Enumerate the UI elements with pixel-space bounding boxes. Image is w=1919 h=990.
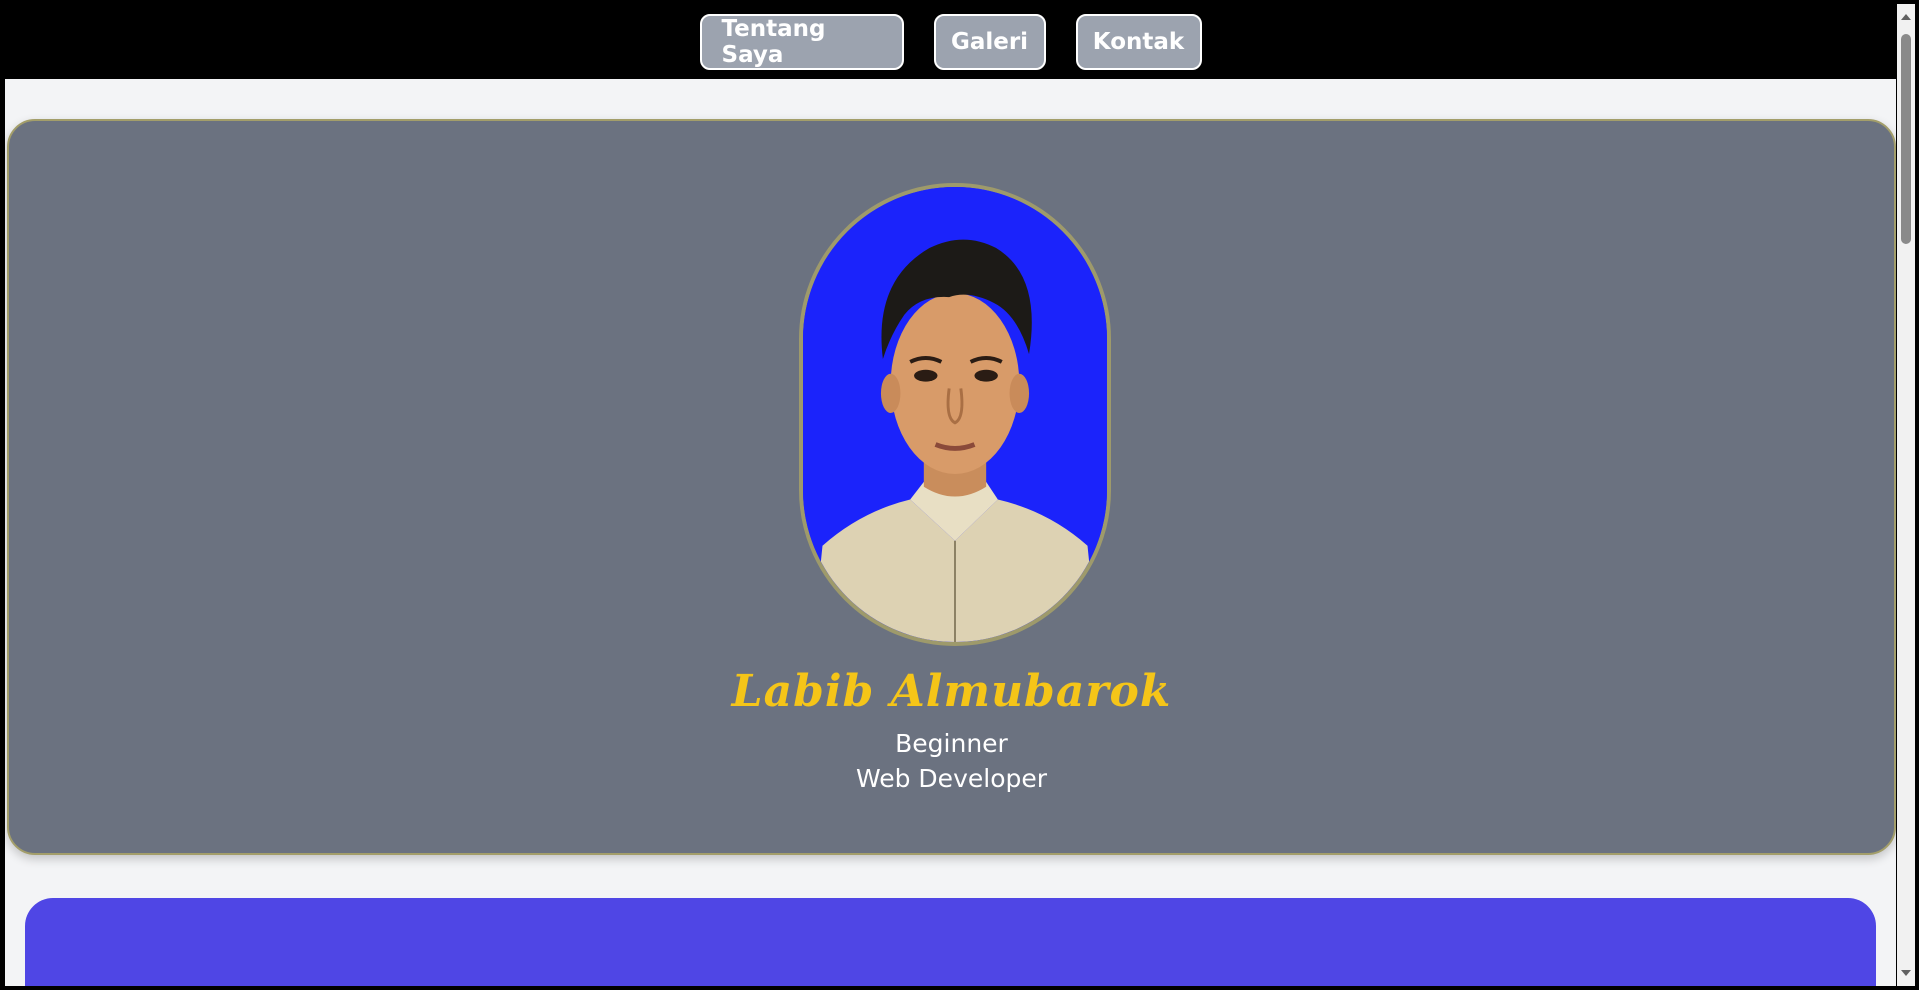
profile-photo (799, 183, 1111, 646)
scroll-up-arrow-icon[interactable] (1901, 14, 1911, 20)
profile-role-line1: Beginner (895, 729, 1008, 758)
nav-button-kontak[interactable]: Kontak (1075, 13, 1202, 70)
nav-button-tentang-saya[interactable]: Tentang Saya (699, 13, 904, 70)
nav-button-galeri[interactable]: Galeri (933, 13, 1046, 70)
scroll-down-arrow-icon[interactable] (1901, 970, 1911, 976)
profile-name: Labib Almubarok (731, 666, 1172, 717)
page-viewport: Tentang Saya Galeri Kontak Labib Almubar… (5, 4, 1896, 986)
profile-hero-card: Labib Almubarok Beginner Web Developer (7, 119, 1896, 855)
profile-role-line2: Web Developer (855, 764, 1048, 793)
scrollbar-thumb[interactable] (1901, 34, 1911, 244)
browser-window: Tentang Saya Galeri Kontak Labib Almubar… (0, 0, 1919, 990)
person-portrait-icon (803, 187, 1107, 642)
vertical-scrollbar[interactable] (1897, 4, 1915, 986)
top-navigation: Tentang Saya Galeri Kontak (5, 4, 1896, 79)
next-section-card (25, 898, 1876, 986)
